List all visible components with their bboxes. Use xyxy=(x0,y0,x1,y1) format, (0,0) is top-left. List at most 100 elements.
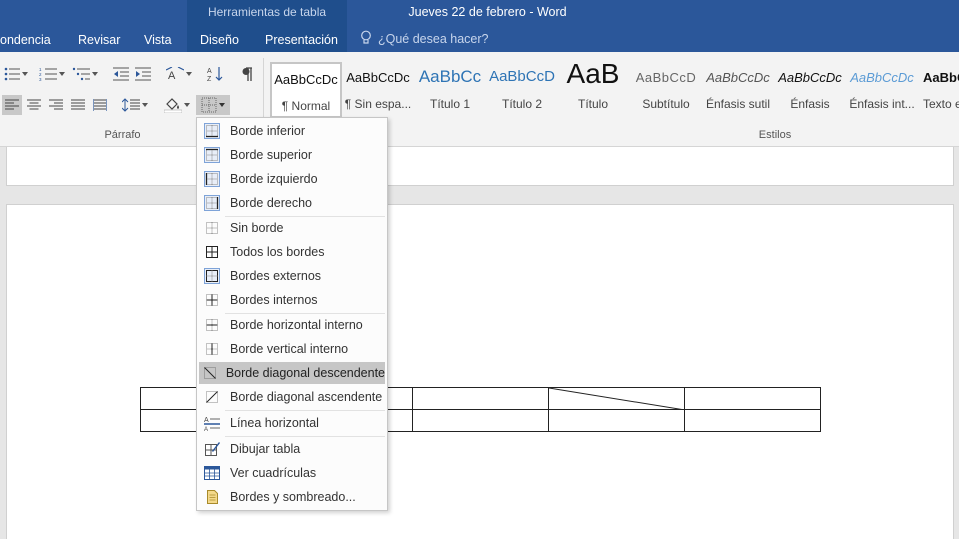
distributed-button[interactable] xyxy=(90,95,110,115)
pilcrow-icon xyxy=(242,67,252,81)
style-name: Título 1 xyxy=(429,97,471,111)
style-sin-espaciado[interactable]: AaBbCcDc ¶ Sin espa... xyxy=(344,62,412,118)
document-page[interactable] xyxy=(6,204,954,539)
menu-item-borde-horizontal-interno[interactable]: Borde horizontal interno xyxy=(199,314,385,336)
style-texto-en-negrita[interactable]: AaBbC Texto e xyxy=(920,62,959,118)
increase-indent-button[interactable] xyxy=(132,64,154,84)
border-bottom-icon xyxy=(199,123,225,139)
style-titulo[interactable]: AaB Título xyxy=(560,62,626,118)
previous-page[interactable] xyxy=(6,147,954,186)
style-sample: AaBbCcDc xyxy=(346,70,410,85)
outside-borders-icon xyxy=(199,268,225,284)
borders-dropdown-menu: Borde inferior Borde superior Borde izqu… xyxy=(196,117,388,511)
svg-text:Z: Z xyxy=(207,76,212,82)
table-cell-diagonal[interactable] xyxy=(548,387,685,410)
menu-item-dibujar-tabla[interactable]: Dibujar tabla xyxy=(199,438,385,460)
menu-item-label: Borde diagonal ascendente xyxy=(230,390,383,404)
style-titulo-2[interactable]: AaBbCcD Título 2 xyxy=(488,62,556,118)
menu-item-label: Borde superior xyxy=(230,148,312,162)
align-right-button[interactable] xyxy=(46,95,66,115)
menu-item-label: Sin borde xyxy=(230,221,284,235)
paint-bucket-icon xyxy=(164,98,182,113)
table-cell[interactable] xyxy=(548,409,685,432)
menu-separator xyxy=(225,436,385,437)
justify-button[interactable] xyxy=(68,95,88,115)
menu-item-label: Borde diagonal descendente xyxy=(225,366,385,380)
tell-me-text: ¿Qué desea hacer? xyxy=(378,32,489,46)
table-cell[interactable] xyxy=(684,409,821,432)
table-cell[interactable] xyxy=(412,409,549,432)
border-top-icon xyxy=(199,147,225,163)
multilevel-list-icon xyxy=(72,67,90,81)
tell-me-box[interactable]: ¿Qué desea hacer? xyxy=(360,30,489,50)
style-normal[interactable]: AaBbCcDc ¶ Normal xyxy=(270,62,342,118)
menu-item-borde-derecho[interactable]: Borde derecho xyxy=(199,192,385,214)
sort-button[interactable]: AZ xyxy=(204,64,226,84)
menu-item-borde-superior[interactable]: Borde superior xyxy=(199,144,385,166)
menu-item-todos-los-bordes[interactable]: Todos los bordes xyxy=(199,241,385,263)
diagonal-down-border-icon xyxy=(199,365,221,381)
style-titulo-1[interactable]: AaBbCc Título 1 xyxy=(416,62,484,118)
multilevel-list-button[interactable] xyxy=(70,64,100,84)
table-cell[interactable] xyxy=(412,387,549,410)
menu-item-borde-diagonal-descendente[interactable]: Borde diagonal descendente xyxy=(199,362,385,384)
decrease-indent-button[interactable] xyxy=(110,64,132,84)
menu-item-label: Todos los bordes xyxy=(230,245,325,259)
menu-item-sin-borde[interactable]: Sin borde xyxy=(199,217,385,239)
style-sample: AaBbCcD xyxy=(635,70,697,85)
diagonal-border-line xyxy=(549,388,685,410)
svg-text:A: A xyxy=(168,70,176,81)
style-enfasis-intenso[interactable]: AaBbCcDc Énfasis int... xyxy=(848,62,916,118)
table-cell[interactable] xyxy=(684,387,821,410)
menu-separator xyxy=(225,410,385,411)
document-area xyxy=(0,147,959,539)
text-direction-icon: A xyxy=(166,67,184,81)
menu-item-label: Borde derecho xyxy=(230,196,313,210)
style-name: Subtítulo xyxy=(642,97,690,111)
tab-correspondencia[interactable]: ondencia xyxy=(0,32,51,52)
menu-item-borde-inferior[interactable]: Borde inferior xyxy=(199,120,385,142)
svg-text:A: A xyxy=(207,68,212,75)
style-name: Énfasis int... xyxy=(849,97,915,111)
style-subtitulo[interactable]: AaBbCcD Subtítulo xyxy=(632,62,700,118)
menu-item-bordes-externos[interactable]: Bordes externos xyxy=(199,265,385,287)
menu-item-borde-vertical-interno[interactable]: Borde vertical interno xyxy=(199,338,385,360)
style-name: Énfasis xyxy=(790,97,830,111)
inside-borders-icon xyxy=(199,292,225,308)
bullets-button[interactable] xyxy=(2,64,30,84)
menu-item-label: Dibujar tabla xyxy=(230,442,301,456)
style-enfasis[interactable]: AaBbCcDc Énfasis xyxy=(776,62,844,118)
style-name: ¶ Normal xyxy=(281,99,331,113)
align-center-button[interactable] xyxy=(24,95,44,115)
tab-revisar[interactable]: Revisar xyxy=(78,32,120,52)
show-formatting-button[interactable] xyxy=(236,64,258,84)
menu-item-bordes-internos[interactable]: Bordes internos xyxy=(199,289,385,311)
menu-item-label: Borde izquierdo xyxy=(230,172,318,186)
tab-presentacion[interactable]: Presentación xyxy=(265,32,338,52)
menu-item-borde-diagonal-ascendente[interactable]: Borde diagonal ascendente xyxy=(199,386,385,408)
align-left-icon xyxy=(5,99,19,110)
menu-item-linea-horizontal[interactable]: AA Línea horizontal xyxy=(199,412,385,434)
menu-item-bordes-y-sombreado[interactable]: Bordes y sombreado... xyxy=(199,486,385,508)
draw-table-icon xyxy=(199,441,225,457)
menu-item-borde-izquierdo[interactable]: Borde izquierdo xyxy=(199,168,385,190)
numbering-icon: 123 xyxy=(39,67,57,81)
numbering-button[interactable]: 123 xyxy=(36,64,68,84)
line-spacing-button[interactable] xyxy=(120,95,150,115)
shading-button[interactable] xyxy=(162,95,192,115)
borders-button[interactable] xyxy=(196,95,230,115)
style-sample: AaBbCcD xyxy=(489,68,555,85)
align-left-button[interactable] xyxy=(2,95,22,115)
tab-vista[interactable]: Vista xyxy=(144,32,172,52)
style-sample: AaBbCcDc xyxy=(274,72,338,87)
tab-diseno[interactable]: Diseño xyxy=(200,32,239,52)
menu-item-label: Bordes externos xyxy=(230,269,322,283)
table-tools-label: Herramientas de tabla xyxy=(207,5,327,19)
menu-item-label: Borde horizontal interno xyxy=(230,318,363,332)
style-enfasis-sutil[interactable]: AaBbCcDc Énfasis sutil xyxy=(704,62,772,118)
view-gridlines-icon xyxy=(199,465,225,481)
menu-item-label: Línea horizontal xyxy=(230,416,319,430)
style-name: Título xyxy=(577,97,608,111)
menu-item-ver-cuadriculas[interactable]: Ver cuadrículas xyxy=(199,462,385,484)
text-direction-button[interactable]: A xyxy=(164,64,194,84)
